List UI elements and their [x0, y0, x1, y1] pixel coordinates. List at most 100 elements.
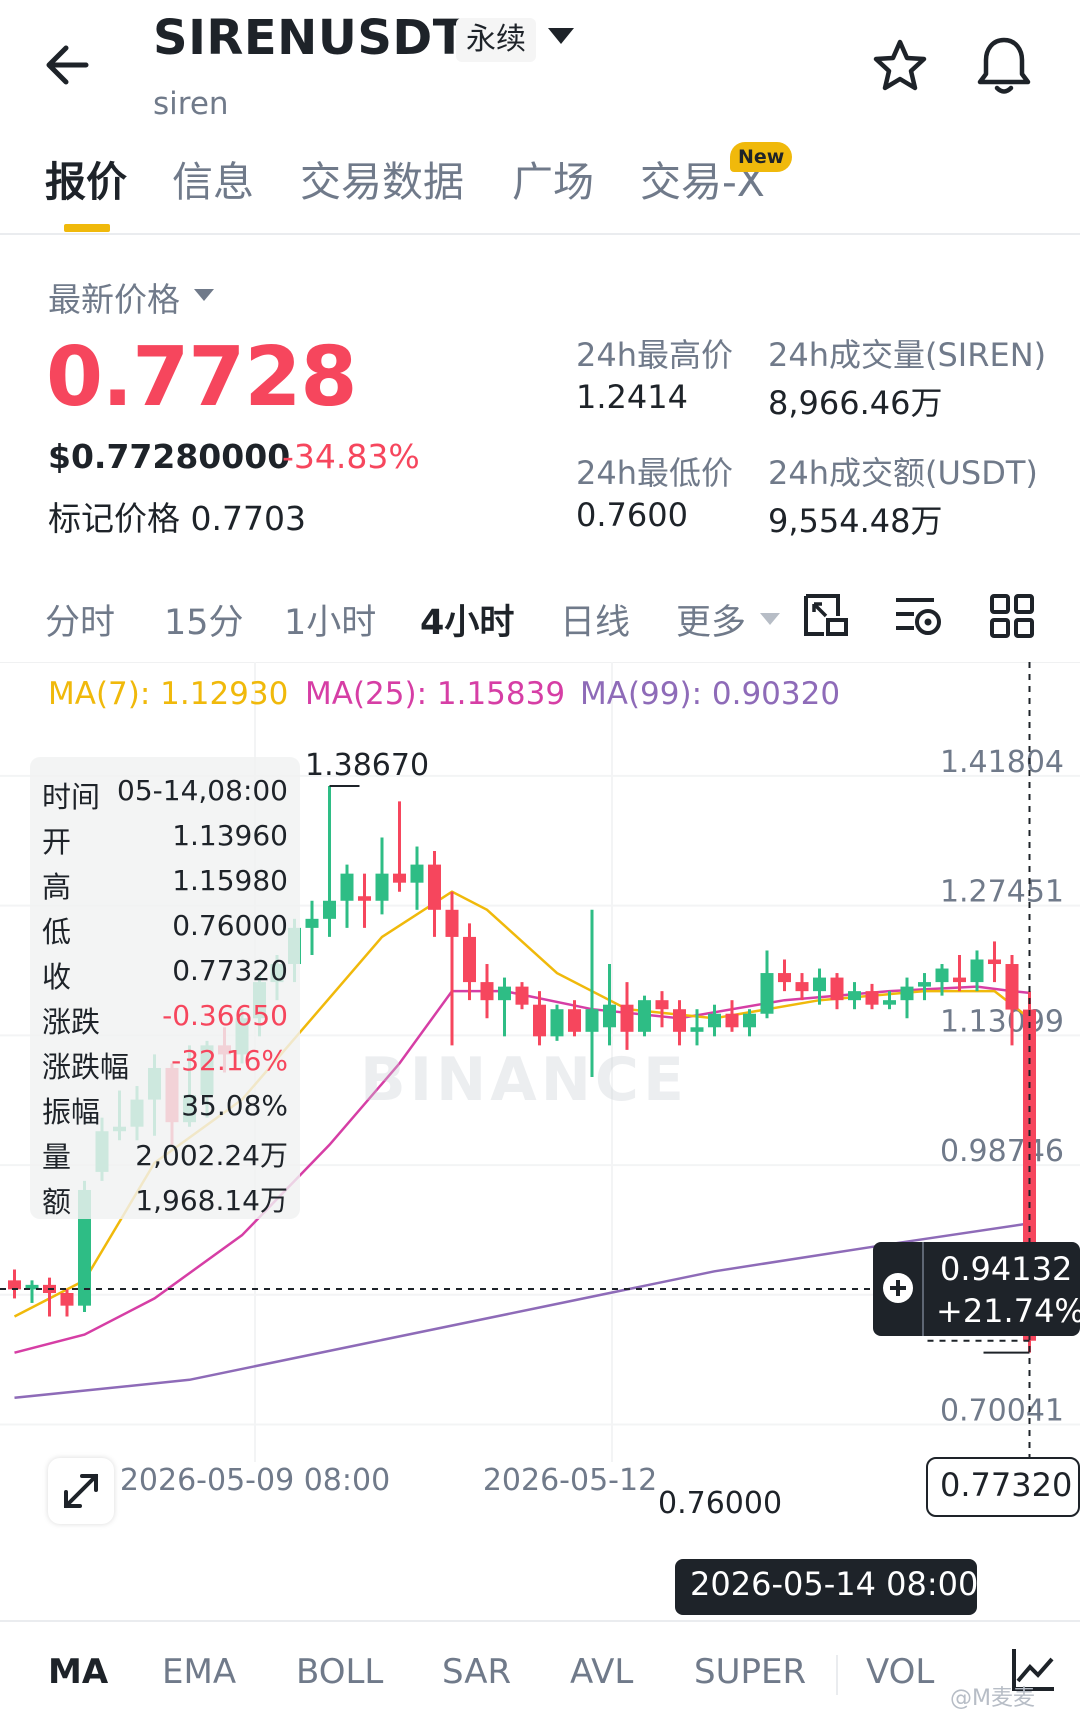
candle-body	[60, 1293, 74, 1306]
candle-body	[638, 1000, 651, 1032]
info-low-value: 0.76000	[172, 909, 288, 942]
chart-layout-button[interactable]	[802, 592, 850, 640]
info-change-pct-label: 涨跌幅	[42, 1050, 130, 1084]
candle-body	[550, 1009, 564, 1037]
info-change-pct-value: -32.16%	[171, 1044, 288, 1077]
back-button[interactable]	[40, 30, 110, 100]
indicator-ema[interactable]: EMA	[162, 1652, 236, 1692]
low-marker-label: 0.76000	[658, 1486, 783, 1521]
add-order-button[interactable]	[880, 1270, 916, 1306]
candle-body	[1005, 964, 1019, 1010]
candle-body	[813, 977, 826, 992]
candle-body	[568, 1009, 581, 1032]
tab-quote[interactable]: 报价	[45, 148, 127, 208]
indicator-vol[interactable]: VOL	[866, 1652, 934, 1692]
timeframe-more[interactable]: 更多	[676, 594, 746, 645]
high-marker-label: 1.38670	[305, 748, 430, 783]
indicator-ma[interactable]: MA	[48, 1652, 108, 1692]
crosshair-badge-divider	[922, 1242, 924, 1336]
mark-price: 标记价格 0.7703	[48, 499, 306, 538]
latest-price-label[interactable]: 最新价格	[48, 273, 180, 321]
candle-body	[515, 986, 529, 1005]
pair-title[interactable]: SIRENUSDT	[153, 10, 466, 66]
info-high-label: 高	[42, 870, 72, 904]
tab-info[interactable]: 信息	[172, 148, 254, 208]
ma25-legend: MA(25): 1.15839	[305, 676, 566, 712]
info-amplitude-label: 振幅	[42, 1095, 101, 1129]
y-axis-tick-label: 0.70041	[940, 1394, 1064, 1429]
candle-body	[410, 864, 424, 883]
timeframe-1h[interactable]: 1小时	[284, 594, 376, 645]
caret-down-icon[interactable]	[194, 289, 214, 301]
candle-body	[603, 1004, 616, 1028]
candle-body	[725, 1013, 739, 1028]
y-axis-tick-label: 0.98746	[940, 1134, 1064, 1169]
tab-trading-data[interactable]: 交易数据	[300, 148, 464, 208]
candle-body	[375, 873, 389, 901]
candle-body	[900, 986, 914, 1001]
chart-settings-button[interactable]	[894, 592, 942, 640]
candle-body	[883, 1000, 896, 1005]
x-axis-tick-label: 2026-05-12	[483, 1463, 657, 1498]
binance-watermark: BINANCE	[360, 1045, 688, 1115]
y-axis-tick-label: 1.27451	[940, 875, 1064, 910]
info-amount-label: 额	[42, 1185, 72, 1219]
fullscreen-button[interactable]	[48, 1458, 114, 1524]
info-volume-label: 量	[42, 1140, 72, 1174]
indicator-separator	[836, 1655, 838, 1695]
timeframe-15m[interactable]: 15分	[164, 594, 244, 645]
new-badge: New	[730, 142, 793, 172]
chevron-down-icon[interactable]	[548, 28, 574, 44]
info-change-label: 涨跌	[42, 1005, 101, 1039]
alert-button[interactable]	[972, 32, 1036, 98]
candle-body	[340, 873, 354, 901]
grid-button[interactable]	[988, 592, 1036, 640]
high-24h-value: 1.2414	[576, 378, 688, 416]
timeframe-1d[interactable]: 日线	[560, 594, 630, 645]
candle-body	[358, 896, 371, 901]
info-close-value: 0.77320	[172, 954, 288, 987]
timeframe-4h[interactable]: 4小时	[420, 594, 514, 645]
candle-body	[428, 864, 441, 910]
indicator-sar[interactable]: SAR	[442, 1652, 511, 1692]
info-high-value: 1.15980	[172, 864, 288, 897]
expand-icon	[64, 1474, 98, 1508]
candle-body	[918, 982, 931, 987]
favorite-button[interactable]	[870, 36, 930, 96]
candle-body	[585, 1009, 599, 1032]
info-time-label: 时间	[42, 780, 101, 814]
volume-24h-label: 24h成交量(SIREN)	[768, 336, 1047, 374]
y-axis-tick-label: 1.41804	[940, 745, 1064, 780]
candle-body	[970, 959, 984, 983]
candle-body	[760, 973, 774, 1014]
timeframe-time[interactable]: 分时	[45, 594, 115, 645]
candle-body	[743, 1013, 756, 1028]
candle-body	[620, 1004, 634, 1032]
candle-body	[445, 909, 459, 937]
grid-icon	[990, 594, 1034, 638]
y-axis-tick-label: 1.13099	[940, 1004, 1064, 1039]
indicator-avl[interactable]: AVL	[570, 1652, 633, 1692]
info-open-label: 开	[42, 825, 72, 859]
caret-down-icon[interactable]	[760, 613, 780, 625]
info-change-value: -0.36650	[162, 999, 288, 1032]
ma99-legend: MA(99): 0.90320	[580, 676, 841, 712]
x-axis-tick-label: 2026-05-09 08:00	[120, 1463, 390, 1498]
pair-subtitle: siren	[153, 86, 229, 122]
plus-circle-icon	[883, 1273, 913, 1303]
crosshair-price: 0.94132	[940, 1250, 1073, 1288]
star-icon	[873, 39, 927, 91]
candle-body	[305, 918, 319, 928]
tab-divider	[0, 233, 1080, 235]
indicator-super[interactable]: SUPER	[694, 1652, 806, 1692]
indicator-boll[interactable]: BOLL	[296, 1652, 383, 1692]
bell-icon	[977, 37, 1031, 94]
chart-layout-icon	[804, 594, 848, 636]
candle-body	[778, 973, 791, 983]
tab-square[interactable]: 广场	[512, 148, 594, 208]
crosshair-percent: +21.74%	[936, 1292, 1080, 1330]
info-amount-value: 1,968.14万	[135, 1184, 288, 1217]
info-close-label: 收	[42, 960, 72, 994]
candle-body	[988, 959, 1001, 965]
candle-body	[498, 986, 511, 1001]
